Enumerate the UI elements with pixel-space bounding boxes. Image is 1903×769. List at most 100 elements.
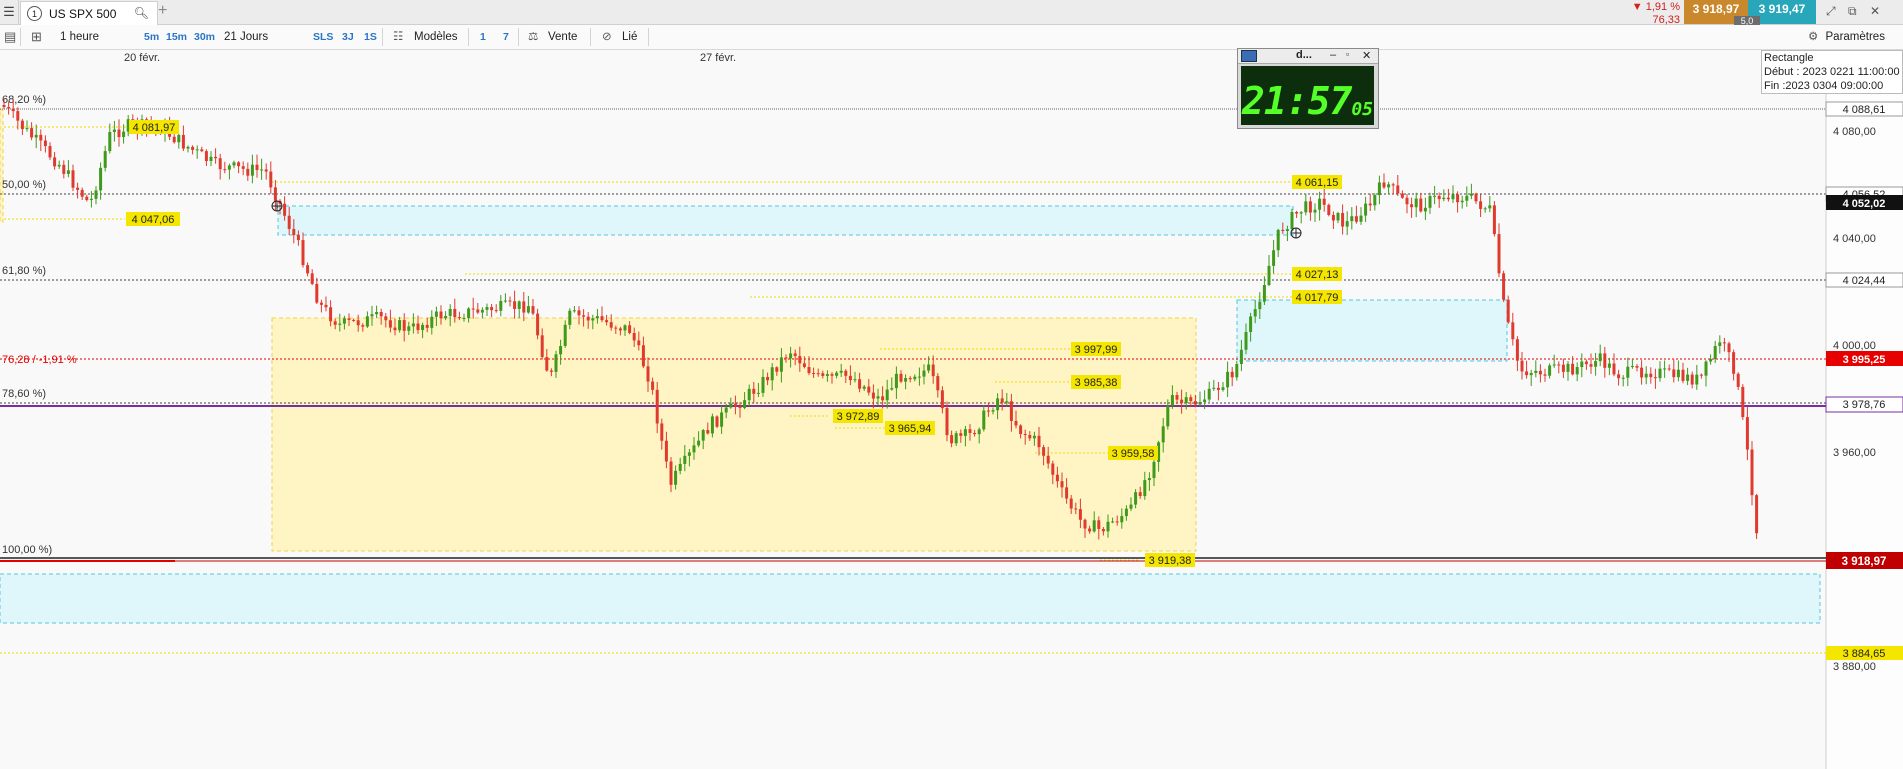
candle-body [738, 406, 742, 408]
price-label-3919[interactable]: 3 919,38 [1145, 553, 1195, 567]
restore-icon[interactable]: ⧉ [1848, 4, 1857, 19]
axis-tag-3978-text: 3 978,76 [1843, 399, 1886, 411]
candle-body [453, 308, 457, 318]
page-7-button[interactable]: 7 [503, 25, 509, 49]
price-label-4081[interactable]: 4 081,97 [129, 120, 179, 134]
candle-body [793, 353, 797, 357]
blue-rectangle-zone-bottom[interactable] [0, 573, 1821, 624]
yellow-rectangle-zone[interactable] [271, 317, 1197, 552]
candle-body [540, 335, 544, 358]
candle-body [927, 364, 931, 371]
candle-body [1640, 367, 1644, 378]
price-label-3985[interactable]: 3 985,38 [1071, 375, 1121, 389]
fib-label-5000: 50,00 %) [2, 179, 46, 191]
blue-rectangle-zone-top[interactable] [277, 205, 1294, 236]
sell-button[interactable]: Vente [548, 25, 577, 49]
linked-button[interactable]: Lié [622, 25, 637, 49]
period-3j-button[interactable]: 3J [342, 25, 354, 49]
sell-icon[interactable]: ⚖ [528, 25, 538, 49]
candle-body [1009, 401, 1013, 421]
fib-label-10000: 100,00 %) [2, 544, 52, 556]
minimize-icon[interactable]: – [1330, 49, 1336, 61]
clock-seconds: 05 [1351, 99, 1374, 120]
price-change: ▼ 1,91 % 76,33 [1618, 1, 1680, 27]
candle-body [871, 392, 875, 399]
candle-body [260, 169, 264, 171]
candle-body [434, 311, 438, 317]
link-icon[interactable]: ⊘ [602, 25, 612, 49]
period-sls-button[interactable]: SLS [313, 25, 333, 49]
tf-5m-button[interactable]: 5m [144, 25, 159, 49]
candle-body [729, 403, 733, 408]
candle-body [733, 403, 737, 407]
price-label-4047[interactable]: 4 047,06 [126, 212, 180, 226]
candle-body [867, 386, 871, 393]
price-chart[interactable]: 20 févr. 27 févr. 68,20 %) 50,00 %) 61,8… [0, 50, 1903, 769]
candle-body [333, 321, 337, 325]
tf-15m-button[interactable]: 15m [166, 25, 187, 49]
price-label-4017[interactable]: 4 017,79 [1292, 290, 1342, 304]
candle-body [250, 164, 254, 176]
axis-tag-4088-text: 4 088,61 [1843, 104, 1886, 116]
tab-us-spx-500[interactable]: 1 US SPX 500 🔍︎ [20, 1, 158, 25]
candle-body [191, 146, 195, 150]
blue-rectangle-zone-mid[interactable] [1236, 299, 1508, 362]
add-tab-button[interactable]: + [158, 2, 167, 20]
candle-body [1520, 360, 1524, 372]
candle-body [586, 316, 590, 321]
candle-body [283, 203, 287, 216]
price-label-4061-text: 4 061,15 [1296, 177, 1339, 189]
candle-body [172, 136, 176, 143]
price-label-4027-text: 4 027,13 [1296, 269, 1339, 281]
close-icon[interactable]: ✕ [1870, 4, 1880, 18]
clock-widget[interactable]: d... – ▫ ✕ 21:57 05 [1237, 48, 1379, 129]
hamburger-menu-icon[interactable]: ☰ [0, 0, 19, 24]
price-label-4061[interactable]: 4 061,15 [1292, 175, 1342, 189]
candle-body [1023, 434, 1027, 436]
candle-body [807, 367, 811, 374]
clock-titlebar[interactable]: d... – ▫ ✕ [1238, 49, 1378, 64]
yellow-rectangle-left[interactable] [0, 109, 4, 223]
candle-body [1460, 200, 1464, 203]
timeframe-select[interactable]: 1 heure [60, 25, 99, 49]
price-label-3997[interactable]: 3 997,99 [1071, 342, 1121, 356]
period-1s-button[interactable]: 1S [364, 25, 377, 49]
settings-button[interactable]: ⚙ Paramètres [1808, 25, 1885, 49]
candle-body [936, 376, 940, 391]
candle-body [1414, 198, 1418, 208]
candle-body [1561, 364, 1565, 372]
candle-body [664, 440, 668, 462]
candle-body [1525, 371, 1529, 376]
price-label-3965[interactable]: 3 965,94 [885, 421, 935, 435]
candle-body [1465, 195, 1469, 201]
candle-body [513, 301, 517, 309]
list-icon[interactable]: ▤ [4, 25, 16, 49]
layout-icon[interactable]: ⊞ [31, 25, 42, 49]
separator [468, 28, 469, 46]
period-select[interactable]: 21 Jours [224, 25, 268, 49]
candle-body [1069, 498, 1073, 509]
templates-button[interactable]: Modèles [414, 25, 457, 49]
close-icon[interactable]: ✕ [1362, 49, 1371, 62]
candle-body [816, 373, 820, 375]
expand-icon[interactable]: ⤢ [1826, 4, 1836, 19]
crosshair-marker[interactable] [271, 200, 283, 212]
candle-body [1699, 374, 1703, 376]
maximize-icon[interactable]: ▫ [1346, 49, 1349, 59]
price-label-3959[interactable]: 3 959,58 [1108, 446, 1158, 460]
crosshair-marker[interactable] [1290, 227, 1302, 239]
page-1-button[interactable]: 1 [480, 25, 486, 49]
search-icon[interactable]: 🔍︎ [134, 6, 149, 20]
templates-icon[interactable]: ☷ [393, 25, 403, 49]
price-label-4027[interactable]: 4 027,13 [1292, 267, 1342, 281]
price-label-3972[interactable]: 3 972,89 [833, 409, 883, 423]
candle-body [1617, 374, 1621, 379]
candle-body [1676, 369, 1680, 378]
rect-info-start: Début : 2023 0221 11:00:00 [1764, 66, 1900, 78]
tf-30m-button[interactable]: 30m [194, 25, 215, 49]
candle-body [1437, 195, 1441, 200]
candle-body [669, 461, 673, 485]
candle-body [1612, 363, 1616, 375]
candle-body [549, 370, 553, 372]
candle-body [200, 149, 204, 152]
